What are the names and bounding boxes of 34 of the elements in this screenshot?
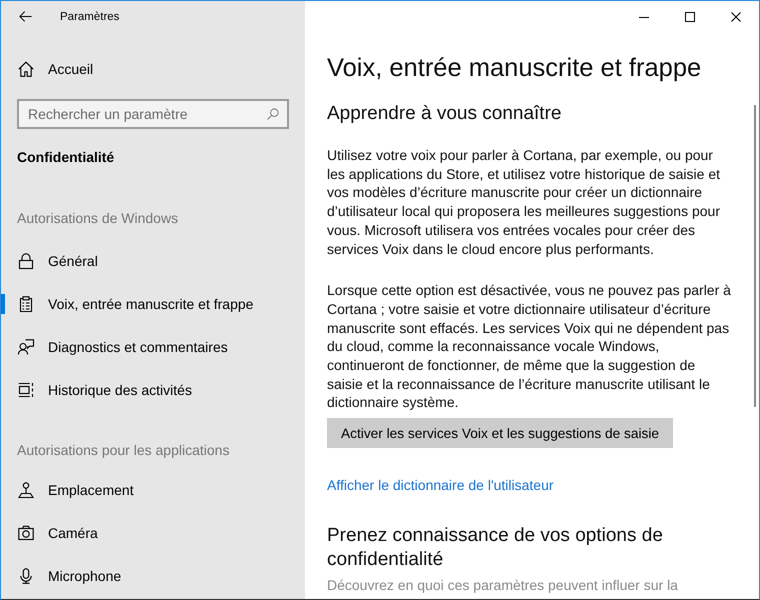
section-heading: Prenez connaissance de vos options de confidentialité	[327, 524, 664, 572]
section-heading: Apprendre à vous connaître	[327, 102, 562, 126]
section-heading: Autorisations pour les applications	[16, 441, 230, 460]
lock-icon	[18, 253, 34, 269]
dictionary-link[interactable]: Afficher le dictionnaire de l'utilisateur	[327, 475, 554, 496]
nav-item[interactable]: Caméra	[1, 523, 102, 543]
timeline-icon	[18, 382, 34, 398]
scrollbar-thumb[interactable]	[754, 105, 756, 407]
window-title: Paramètres	[60, 10, 120, 22]
description-text: Découvrez en quoi ces paramètres peuvent influer sur la	[327, 576, 678, 594]
activate-button[interactable]: Activer les services Voix et les suggestions de saisie	[327, 418, 673, 448]
clipboard-icon	[18, 296, 34, 312]
person-speech-icon	[18, 339, 34, 355]
search-field[interactable]: Rechercher un paramètre	[17, 99, 289, 129]
home-icon	[18, 61, 34, 77]
back-arrow-icon	[18, 10, 32, 23]
nav-item[interactable]: Voix, entrée manuscrite et frappe	[1, 294, 258, 314]
home-nav-item[interactable]: Accueil	[1, 59, 98, 79]
maximize-icon	[685, 12, 695, 22]
nav-item[interactable]: Emplacement	[1, 480, 138, 500]
nav-item[interactable]: Historique des activités	[1, 380, 196, 400]
map-pin-icon	[18, 482, 34, 498]
camera-icon	[18, 525, 34, 541]
close-icon	[731, 12, 741, 22]
description-text: Lorsque cette option est désactivée, vous ne pouvez pas parler à Cortana ; votre saisie et votre dictionnaire utilisateur d’écriture manuscrite sont effacés. Les services Voix qui ne dépendent pas du cloud, comme la reconnaissance vocale Windows, continueront de fonctionner, de même que la suggestion de saisie et la reconnaissance de l’écriture manuscrite utilisant le dictionnaire système.	[327, 281, 731, 412]
page-title: Voix, entrée manuscrite et frappe	[327, 53, 702, 84]
category-heading: Confidentialité	[16, 148, 114, 167]
nav-item[interactable]: Microphone	[1, 566, 126, 586]
search-icon	[267, 108, 279, 120]
nav-item[interactable]: Général	[1, 251, 102, 271]
nav-item[interactable]: Diagnostics et commentaires	[1, 337, 232, 357]
microphone-icon	[18, 568, 34, 584]
section-heading: Autorisations de Windows	[16, 209, 178, 228]
description-text: Utilisez votre voix pour parler à Cortana, par exemple, ou pour les applications du Store, et utilisez votre historique de saisie et vos modèles d’écriture manuscrite pour créer un dictionnaire d’utilisateur local qui proposera les meilleures suggestions pour vous. Microsoft utilisera vos entrées vocales pour créer des services Voix dans le cloud encore plus performants.	[327, 146, 721, 258]
